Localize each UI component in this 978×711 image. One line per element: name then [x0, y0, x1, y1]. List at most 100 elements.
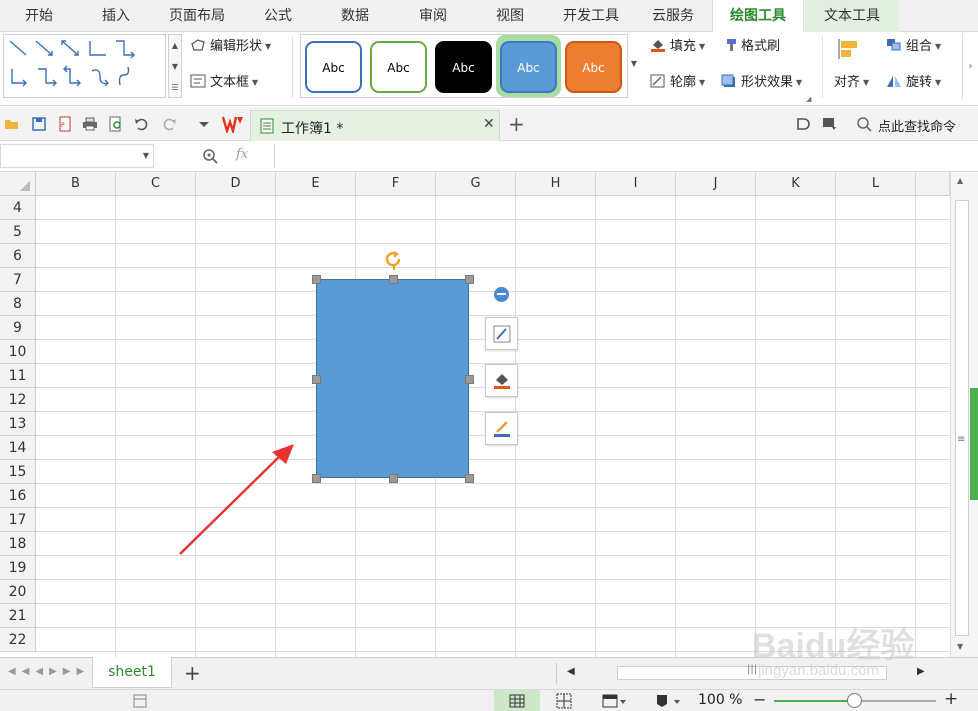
line-shapes-gallery[interactable] [3, 34, 166, 98]
shape-fill-float-button[interactable] [485, 364, 518, 397]
menu-tab-view[interactable]: 视图 [472, 0, 548, 32]
outline-button[interactable]: 轮廓 ▼ [650, 72, 705, 94]
resize-handle-bottom-left[interactable] [312, 474, 321, 483]
zoom-in-icon[interactable]: + [944, 689, 958, 709]
resize-handle-bottom[interactable] [389, 474, 398, 483]
column-header-d[interactable]: D [196, 172, 276, 196]
document-tab-workbook1[interactable]: 工作簿1 * ✕ [250, 110, 500, 141]
shape-style-green-outline[interactable]: Abc [370, 41, 427, 93]
row-header-18[interactable]: 18 [0, 532, 36, 556]
column-header-partial[interactable] [916, 172, 950, 196]
row-header-4[interactable]: 4 [0, 196, 36, 220]
menu-tab-formulas[interactable]: 公式 [240, 0, 316, 32]
zoom-percentage[interactable]: 100 % [698, 692, 742, 708]
menu-tab-drawing-tools[interactable]: 绘图工具 [712, 0, 804, 33]
insert-function-icon[interactable]: fx [236, 147, 248, 162]
save-icon[interactable] [31, 116, 47, 132]
resize-handle-bottom-right[interactable] [465, 474, 474, 483]
rotate-handle-icon[interactable] [384, 250, 404, 270]
column-header-l[interactable]: L [836, 172, 916, 196]
shape-style-blue-outline[interactable]: Abc [305, 41, 362, 93]
resize-handle-top[interactable] [389, 275, 398, 284]
row-header-9[interactable]: 9 [0, 316, 36, 340]
add-sheet-icon[interactable]: + [184, 661, 201, 685]
shape-style-orange-fill[interactable]: Abc [565, 41, 622, 93]
line-gallery-scroll[interactable]: ▲ ▼ ☰ [168, 34, 182, 98]
shape-outline-float-button[interactable] [485, 412, 518, 445]
normal-view-button[interactable] [494, 690, 540, 711]
new-tab-icon[interactable]: + [508, 112, 525, 136]
sheet-tab-sheet1[interactable]: sheet1 [92, 657, 172, 688]
row-header-5[interactable]: 5 [0, 220, 36, 244]
vertical-scroll-thumb[interactable] [955, 200, 969, 636]
column-header-h[interactable]: H [516, 172, 596, 196]
column-header-c[interactable]: C [116, 172, 196, 196]
select-all-corner[interactable] [0, 172, 36, 196]
name-box[interactable]: ▼ [0, 144, 154, 168]
zoom-slider-thumb[interactable] [847, 693, 862, 708]
row-header-19[interactable]: 19 [0, 556, 36, 580]
row-header-12[interactable]: 12 [0, 388, 36, 412]
menu-tab-data[interactable]: 数据 [316, 0, 394, 32]
doc-assist-icon[interactable] [795, 116, 811, 132]
edit-shape-button[interactable]: 编辑形状 ▼ [190, 36, 271, 58]
row-header-11[interactable]: 11 [0, 364, 36, 388]
align-button[interactable]: 对齐 ▼ [834, 72, 869, 94]
customize-dropdown-icon[interactable] [196, 116, 212, 132]
name-box-dropdown-icon[interactable]: ▼ [143, 151, 149, 160]
row-header-15[interactable]: 15 [0, 460, 36, 484]
menu-tab-page-layout[interactable]: 页面布局 [154, 0, 240, 32]
print-preview-icon[interactable] [108, 116, 124, 132]
page-break-view-button[interactable] [542, 690, 588, 711]
menu-tab-cloud[interactable]: 云服务 [634, 0, 712, 32]
row-header-13[interactable]: 13 [0, 412, 36, 436]
print-icon[interactable] [82, 116, 98, 132]
row-header-21[interactable]: 21 [0, 604, 36, 628]
menu-tab-text-tools[interactable]: 文本工具 [805, 0, 899, 32]
scroll-left-icon[interactable]: ◀ [567, 666, 575, 677]
column-header-e[interactable]: E [276, 172, 356, 196]
gallery-more-icon[interactable]: ☰ [169, 77, 181, 98]
gallery-down-icon[interactable]: ▼ [169, 56, 181, 77]
format-painter-button[interactable]: 格式刷 [721, 36, 780, 58]
ribbon-scroll-right-icon[interactable]: › [962, 34, 978, 100]
close-tab-icon[interactable]: ✕ [483, 116, 495, 132]
row-header-14[interactable]: 14 [0, 436, 36, 460]
styles-more-icon[interactable]: ▼ [628, 34, 640, 98]
scroll-up-icon[interactable]: ▲ [957, 176, 963, 185]
shape-styles-gallery[interactable]: Abc Abc Abc Abc Abc [300, 34, 628, 98]
rectangle-shape[interactable] [316, 279, 469, 478]
menu-tab-review[interactable]: 审阅 [394, 0, 472, 32]
row-header-8[interactable]: 8 [0, 292, 36, 316]
row-header-17[interactable]: 17 [0, 508, 36, 532]
row-header-6[interactable]: 6 [0, 244, 36, 268]
row-header-16[interactable]: 16 [0, 484, 36, 508]
column-header-i[interactable]: I [596, 172, 676, 196]
column-header-b[interactable]: B [36, 172, 116, 196]
resize-handle-top-left[interactable] [312, 275, 321, 284]
redo-icon[interactable] [161, 116, 177, 132]
freeze-view-button[interactable] [592, 690, 638, 711]
export-pdf-icon[interactable]: P [57, 116, 73, 132]
column-header-k[interactable]: K [756, 172, 836, 196]
row-header-7[interactable]: 7 [0, 268, 36, 292]
row-header-20[interactable]: 20 [0, 580, 36, 604]
resize-handle-right[interactable] [465, 375, 474, 384]
align-icon-button[interactable] [836, 38, 866, 64]
group-button[interactable]: 组合 ▼ [886, 36, 941, 58]
ribbon-launcher-icon[interactable]: ◢ [806, 95, 811, 103]
row-header-10[interactable]: 10 [0, 340, 36, 364]
shape-style-black-fill[interactable]: Abc [435, 41, 492, 93]
rotate-button[interactable]: 旋转 ▼ [886, 72, 941, 94]
command-search-label[interactable]: 点此查找命令 [878, 116, 956, 135]
message-dropdown-icon[interactable] [822, 116, 838, 132]
eye-protection-button[interactable] [646, 690, 692, 711]
search-icon[interactable] [856, 116, 872, 132]
row-header-22[interactable]: 22 [0, 628, 36, 652]
menu-tab-insert[interactable]: 插入 [78, 0, 154, 32]
resize-handle-left[interactable] [312, 375, 321, 384]
column-header-f[interactable]: F [356, 172, 436, 196]
column-header-j[interactable]: J [676, 172, 756, 196]
side-panel-toggle[interactable] [970, 388, 978, 500]
resize-handle-top-right[interactable] [465, 275, 474, 284]
